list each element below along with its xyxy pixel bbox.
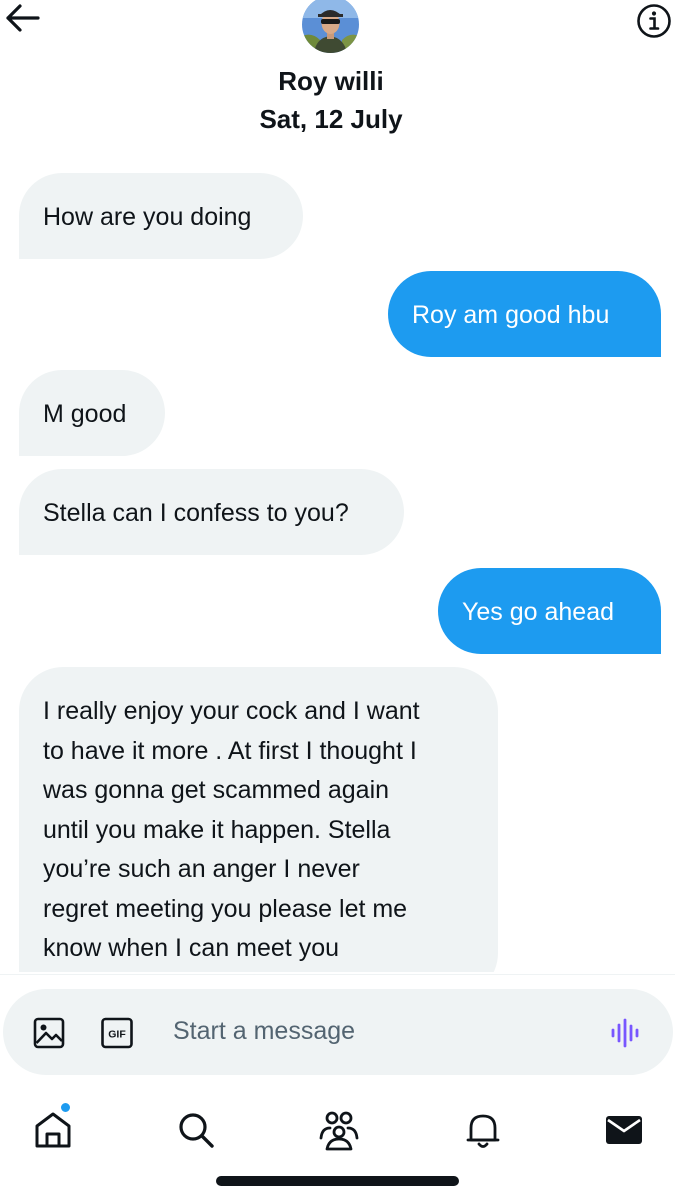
notification-dot — [60, 1102, 71, 1113]
nav-communities[interactable] — [317, 1108, 361, 1152]
message-line: to have it more . At first I thought I — [43, 736, 417, 765]
message-bubble-incoming[interactable]: How are you doing — [19, 173, 303, 259]
add-gif-button[interactable]: GIF — [100, 1016, 134, 1050]
message-line: know when I can meet you — [43, 934, 339, 962]
nav-search[interactable] — [174, 1108, 218, 1152]
message-bubble-incoming-long[interactable]: I really enjoy your cock and I want to h… — [19, 667, 498, 972]
contact-name[interactable]: Roy willi — [0, 66, 662, 97]
message-bubble-outgoing[interactable]: Yes go ahead — [438, 568, 661, 654]
message-input[interactable]: Start a message — [173, 1014, 355, 1048]
voice-message-button[interactable] — [609, 1016, 643, 1050]
conversation-header: Roy willi Sat, 12 July — [0, 0, 675, 150]
mail-icon — [606, 1116, 642, 1144]
home-icon — [35, 1112, 71, 1148]
message-line: was gonna get scammed again — [43, 776, 390, 804]
message-bubble-outgoing[interactable]: Roy am good hbu — [388, 271, 661, 357]
message-bubble-incoming[interactable]: M good — [19, 370, 165, 456]
message-line: until you make it happen. Stella — [43, 815, 391, 844]
add-image-button[interactable] — [32, 1016, 66, 1050]
message-composer: GIF Start a message — [3, 989, 673, 1075]
image-icon — [33, 1017, 65, 1049]
message-bubble-incoming[interactable]: Stella can I confess to you? — [19, 469, 404, 555]
nav-messages[interactable] — [602, 1108, 646, 1152]
home-indicator — [216, 1176, 459, 1186]
conversation-date: Sat, 12 July — [259, 104, 403, 134]
message-list[interactable]: How are you doing Roy am good hbu M good… — [0, 150, 675, 972]
message-line: you’re such an anger I never — [43, 855, 360, 883]
composer-divider — [0, 974, 675, 975]
search-icon — [179, 1113, 214, 1148]
communities-icon — [319, 1111, 359, 1151]
gif-label: GIF — [108, 1029, 126, 1041]
avatar-photo — [302, 0, 359, 53]
message-line: I really enjoy your cock and I want — [43, 697, 420, 725]
arrow-left-icon — [6, 4, 40, 32]
bell-icon — [466, 1114, 500, 1148]
gif-icon: GIF — [101, 1017, 133, 1049]
conversation-info-button[interactable] — [635, 2, 673, 40]
voice-waveform-icon — [611, 1018, 639, 1048]
nav-home[interactable] — [31, 1108, 75, 1152]
info-icon — [637, 4, 671, 38]
contact-avatar[interactable] — [302, 0, 359, 53]
nav-notifications[interactable] — [461, 1108, 505, 1152]
back-button[interactable] — [2, 0, 42, 36]
message-line: regret meeting you please let me — [43, 894, 408, 923]
